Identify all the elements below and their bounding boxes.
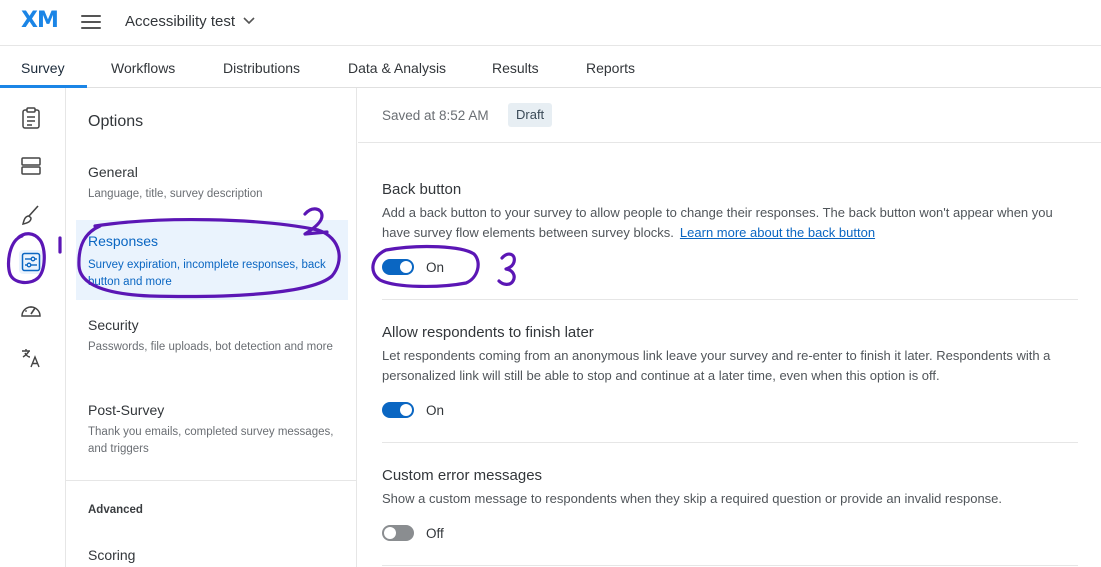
status-badge: Draft — [508, 103, 553, 127]
option-label: General — [88, 164, 138, 180]
section-desc-custom-errors: Show a custom message to respondents whe… — [382, 491, 1003, 506]
option-desc: Language, title, survey description — [88, 188, 263, 200]
divider — [66, 480, 356, 481]
options-title: Options — [88, 113, 144, 130]
xm-logo[interactable]: XM — [21, 8, 59, 33]
toggle-label: On — [426, 259, 445, 275]
chevron-down-icon — [243, 16, 255, 24]
option-label: Security — [88, 317, 139, 333]
tab-workflows[interactable]: Workflows — [111, 60, 175, 76]
option-post-survey[interactable]: Post-Survey Thank you emails, completed … — [76, 402, 348, 462]
options-panel: Options General Language, title, survey … — [66, 88, 357, 567]
advanced-heading: Advanced — [88, 504, 143, 516]
option-desc: Survey expiration, incomplete responses,… — [88, 259, 326, 288]
option-desc: Thank you emails, completed survey messa… — [88, 426, 334, 455]
left-icon-rail — [0, 88, 66, 567]
main-content: Saved at 8:52 AM Draft Back button Add a… — [358, 88, 1101, 567]
back-button-toggle[interactable]: On — [382, 259, 444, 275]
divider — [382, 442, 1078, 443]
option-label: Post-Survey — [88, 402, 165, 418]
sliders-icon[interactable] — [19, 250, 43, 274]
section-title-back-button: Back button — [382, 181, 462, 198]
toggle-switch[interactable] — [382, 525, 414, 541]
finish-later-toggle[interactable]: On — [382, 402, 444, 418]
save-status-bar: Saved at 8:52 AM Draft — [358, 88, 1101, 143]
menu-icon[interactable] — [81, 14, 101, 30]
clipboard-icon[interactable] — [19, 106, 43, 130]
learn-more-link[interactable]: Learn more about the back button — [680, 225, 875, 240]
blocks-icon[interactable] — [19, 154, 43, 178]
option-security[interactable]: Security Passwords, file uploads, bot de… — [76, 317, 348, 377]
option-label: Responses — [88, 233, 159, 249]
option-general[interactable]: General Language, title, survey descript… — [76, 164, 348, 208]
main-nav: Survey Workflows Distributions Data & An… — [0, 47, 1101, 88]
section-desc-finish-later: Let respondents coming from an anonymous… — [382, 348, 1051, 383]
section-desc-back-button: Add a back button to your survey to allo… — [382, 203, 1082, 243]
divider — [382, 299, 1078, 300]
divider — [382, 565, 1078, 566]
tab-results[interactable]: Results — [492, 60, 539, 76]
project-title: Accessibility test — [125, 13, 236, 30]
top-bar: XM Accessibility test — [0, 0, 1101, 46]
tab-distributions[interactable]: Distributions — [223, 60, 300, 76]
tab-data-analysis[interactable]: Data & Analysis — [348, 60, 446, 76]
toggle-switch[interactable] — [382, 259, 414, 275]
paintbrush-icon[interactable] — [19, 203, 43, 227]
option-scoring[interactable]: Scoring — [88, 547, 135, 563]
option-responses[interactable]: Responses Survey expiration, incomplete … — [76, 220, 348, 300]
tab-survey[interactable]: Survey — [21, 60, 65, 76]
option-desc: Passwords, file uploads, bot detection a… — [88, 341, 333, 353]
custom-errors-toggle[interactable]: Off — [382, 525, 444, 541]
section-title-custom-errors: Custom error messages — [382, 467, 543, 484]
translate-icon[interactable] — [19, 346, 43, 370]
section-title-finish-later: Allow respondents to finish later — [382, 324, 594, 341]
tab-reports[interactable]: Reports — [586, 60, 635, 76]
saved-status: Saved at 8:52 AM — [382, 108, 489, 123]
gauge-icon[interactable] — [19, 298, 43, 322]
toggle-label: On — [426, 402, 445, 418]
toggle-switch[interactable] — [382, 402, 414, 418]
project-selector[interactable]: Accessibility test — [125, 13, 255, 30]
toggle-label: Off — [426, 525, 444, 541]
